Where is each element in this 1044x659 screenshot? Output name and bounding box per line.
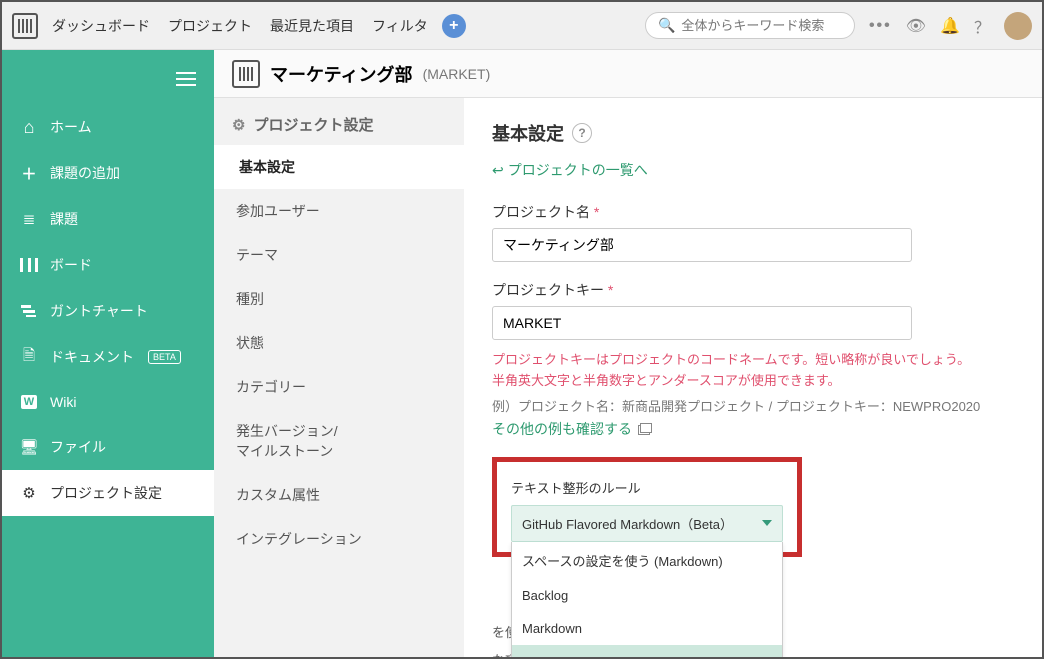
nav-filter[interactable]: フィルタ — [372, 16, 428, 36]
settings-nav-basic[interactable]: 基本設定 — [214, 145, 464, 189]
chevron-down-icon — [762, 520, 772, 526]
option-gfm-beta[interactable]: GitHub Flavored Markdown（Beta） — [512, 645, 782, 657]
document-icon — [20, 348, 38, 366]
nav-recent[interactable]: 最近見た項目 — [270, 16, 354, 36]
settings-nav-status[interactable]: 状態 — [214, 321, 464, 365]
gantt-icon — [20, 302, 38, 320]
gear-icon — [20, 484, 38, 502]
settings-nav-version[interactable]: 発生バージョン/ マイルストーン — [214, 409, 464, 473]
help-icon[interactable]: ？ — [974, 14, 990, 38]
project-name-input[interactable] — [492, 228, 912, 262]
top-nav: ダッシュボード プロジェクト 最近見た項目 フィルタ — [52, 16, 428, 36]
project-key: (MARKET) — [423, 66, 491, 82]
avatar[interactable] — [1004, 12, 1032, 40]
help-icon[interactable]: ? — [572, 123, 592, 143]
home-icon — [20, 118, 38, 136]
option-backlog[interactable]: Backlog — [512, 579, 782, 612]
project-key-label: プロジェクトキー * — [492, 280, 1014, 300]
sidebar-item-gantt[interactable]: ガントチャート — [2, 288, 214, 334]
list-icon — [20, 210, 38, 228]
select-display[interactable]: GitHub Flavored Markdown（Beta） — [511, 505, 783, 542]
project-key-input[interactable] — [492, 306, 912, 340]
wiki-icon — [20, 393, 38, 411]
text-rule-select[interactable]: GitHub Flavored Markdown（Beta） スペースの設定を使… — [511, 505, 783, 542]
other-examples-link[interactable]: その他の例も確認する — [492, 421, 632, 437]
board-icon — [20, 256, 38, 274]
nav-projects[interactable]: プロジェクト — [168, 16, 252, 36]
settings-nav-members[interactable]: 参加ユーザー — [214, 189, 464, 233]
settings-nav-integration[interactable]: インテグレーション — [214, 517, 464, 561]
sidebar-item-wiki[interactable]: Wiki — [2, 380, 214, 424]
gear-icon: ⚙ — [232, 116, 245, 134]
sidebar-item-file[interactable]: ファイル — [2, 424, 214, 470]
form-area: 基本設定 ? プロジェクトの一覧へ プロジェクト名 * プロジェクトキー * プ… — [464, 98, 1042, 657]
project-name-label: プロジェクト名 * — [492, 202, 1014, 222]
project-icon — [232, 60, 260, 88]
sidebar-item-add-issue[interactable]: 課題の追加 — [2, 150, 214, 196]
file-icon — [20, 438, 38, 456]
app-logo-icon[interactable] — [12, 13, 38, 39]
bell-icon[interactable]: 🔔 — [940, 16, 960, 36]
settings-nav: ⚙ プロジェクト設定 基本設定 参加ユーザー テーマ 種別 状態 カテゴリー 発… — [214, 98, 464, 657]
settings-nav-theme[interactable]: テーマ — [214, 233, 464, 277]
global-search[interactable]: 🔍 — [645, 12, 855, 39]
project-key-example: 例）プロジェクト名：新商品開発プロジェクト / プロジェクトキー：NEWPRO2… — [492, 396, 1014, 415]
text-rule-label: テキスト整形のルール — [511, 478, 783, 497]
top-bar: ダッシュボード プロジェクト 最近見た項目 フィルタ + 🔍 ••• 👁 🔔 ？ — [2, 2, 1042, 50]
settings-nav-type[interactable]: 種別 — [214, 277, 464, 321]
settings-nav-head: ⚙ プロジェクト設定 — [214, 98, 464, 145]
top-icons: ••• 👁 🔔 ？ — [869, 12, 1032, 40]
project-sidebar: ホーム 課題の追加 課題 ボード ガントチャート ドキュメントBETA Wiki… — [2, 50, 214, 657]
text-rule-highlight: テキスト整形のルール GitHub Flavored Markdown（Beta… — [492, 457, 802, 557]
option-markdown[interactable]: Markdown — [512, 612, 782, 645]
project-key-hint: プロジェクトキーはプロジェクトのコードネームです。短い略称が良いでしょう。 半角… — [492, 350, 1014, 392]
watch-icon[interactable]: 👁 — [906, 16, 926, 36]
search-icon: 🔍 — [658, 17, 675, 34]
search-input[interactable] — [681, 18, 842, 33]
new-window-icon — [638, 425, 650, 435]
sidebar-item-home[interactable]: ホーム — [2, 104, 214, 150]
back-to-list-link[interactable]: プロジェクトの一覧へ — [492, 160, 1014, 180]
add-button[interactable]: + — [442, 14, 466, 38]
page-title: 基本設定 ? — [492, 120, 1014, 146]
sidebar-item-issues[interactable]: 課題 — [2, 196, 214, 242]
nav-dashboard[interactable]: ダッシュボード — [52, 16, 150, 36]
sidebar-toggle-icon[interactable] — [176, 68, 196, 90]
plus-icon — [20, 164, 38, 182]
beta-badge: BETA — [148, 350, 181, 364]
option-space-default[interactable]: スペースの設定を使う (Markdown) — [512, 542, 782, 579]
settings-nav-custom-attr[interactable]: カスタム属性 — [214, 473, 464, 517]
settings-nav-category[interactable]: カテゴリー — [214, 365, 464, 409]
project-header: マーケティング部 (MARKET) — [214, 50, 1042, 98]
project-name: マーケティング部 — [270, 61, 413, 87]
sidebar-item-document[interactable]: ドキュメントBETA — [2, 334, 214, 380]
more-icon[interactable]: ••• — [869, 17, 892, 35]
sidebar-item-project-settings[interactable]: プロジェクト設定 — [2, 470, 214, 516]
select-options: スペースの設定を使う (Markdown) Backlog Markdown G… — [511, 542, 783, 657]
sidebar-item-board[interactable]: ボード — [2, 242, 214, 288]
